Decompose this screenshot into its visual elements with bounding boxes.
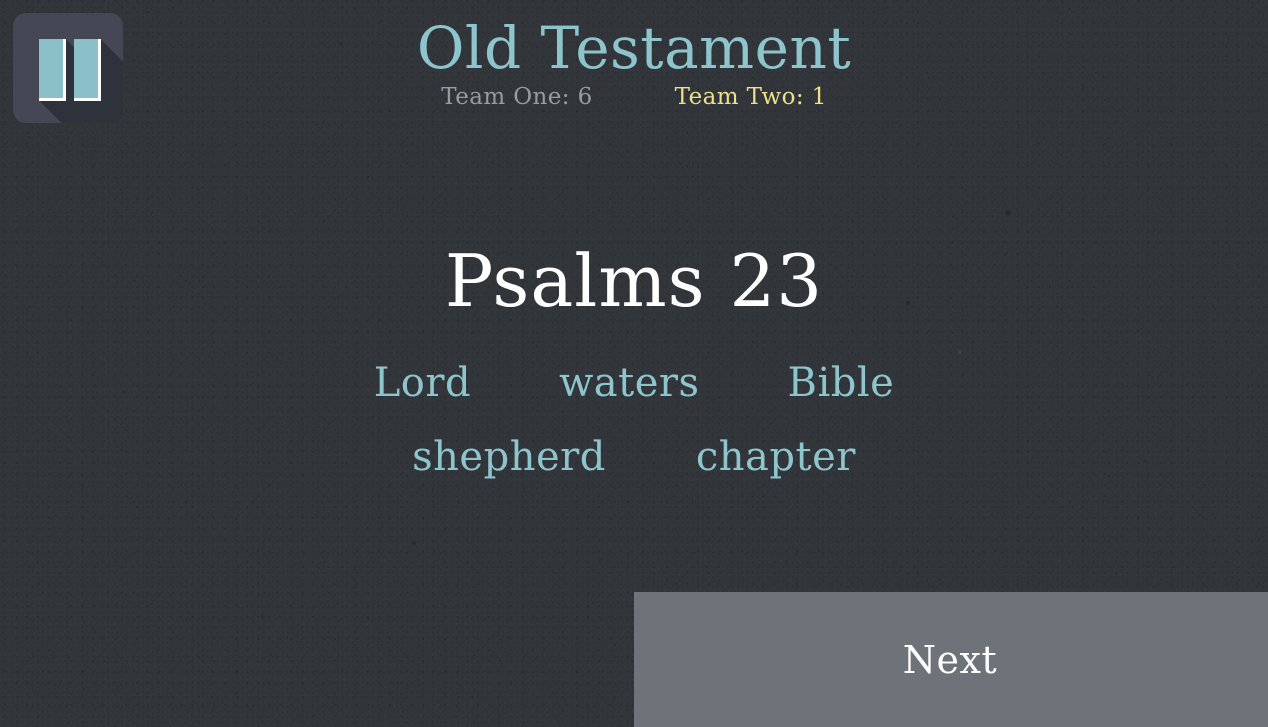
next-button[interactable]: Next (634, 592, 1268, 727)
scoreboard: Team One: 6 Team Two: 1 (0, 84, 1268, 110)
taboo-word: chapter (695, 433, 856, 480)
word-card: Psalms 23 Lord waters Bible shepherd cha… (0, 240, 1268, 494)
taboo-word: shepherd (412, 433, 606, 480)
page-title: Old Testament (416, 14, 852, 82)
taboo-word-row-two: shepherd chapter (0, 420, 1268, 494)
taboo-word: Bible (787, 359, 895, 406)
header: Old Testament Team One: 6 Team Two: 1 (0, 0, 1268, 110)
taboo-word: Lord (373, 359, 472, 406)
taboo-word-row-one: Lord waters Bible (0, 346, 1268, 420)
next-button-label: Next (902, 637, 998, 682)
taboo-word: waters (559, 359, 700, 406)
team-two-score: Team Two: 1 (674, 83, 827, 110)
target-word: Psalms 23 (444, 239, 824, 323)
taboo-word-list: Lord waters Bible shepherd chapter (0, 346, 1268, 494)
team-one-score: Team One: 6 (441, 83, 593, 110)
